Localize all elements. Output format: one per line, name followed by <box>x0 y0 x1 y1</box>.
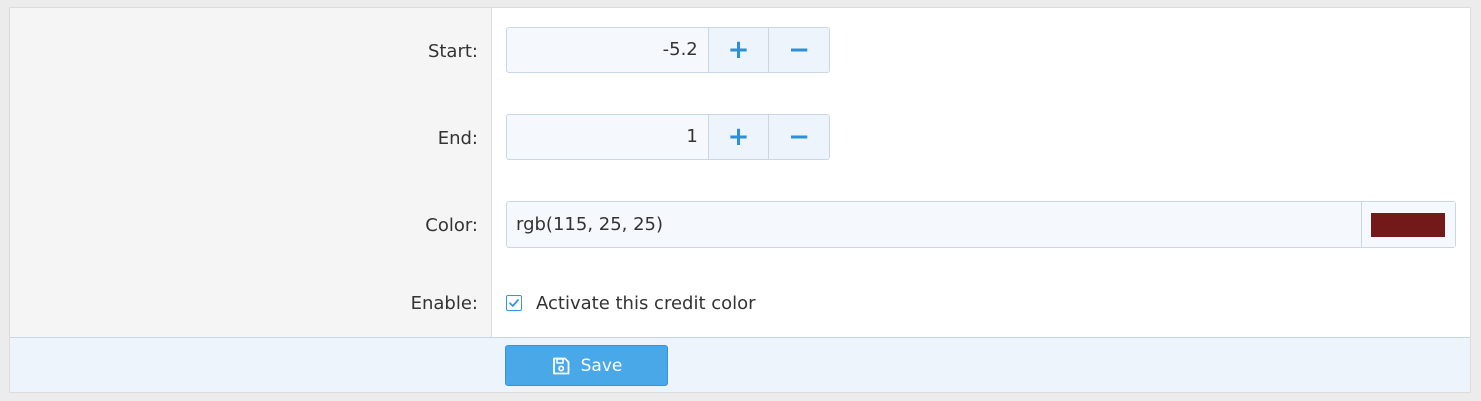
minus-icon: − <box>788 35 811 65</box>
label-column: Start: End: Color: Enable: <box>10 8 492 337</box>
minus-icon: − <box>788 122 811 152</box>
plus-icon: + <box>727 122 750 152</box>
start-decrement-button[interactable]: − <box>769 28 829 72</box>
enable-checkbox-label[interactable]: Activate this credit color <box>536 293 756 314</box>
plus-icon: + <box>727 35 750 65</box>
enable-label: Enable: <box>410 293 478 314</box>
end-stepper: 1 + − <box>506 114 830 160</box>
color-picker-button[interactable] <box>1361 202 1455 247</box>
color-swatch <box>1371 213 1445 237</box>
start-label: Start: <box>427 41 478 62</box>
start-stepper: -5.2 + − <box>506 27 830 73</box>
credit-color-form: Start: End: Color: Enable: -5.2 + − 1 + … <box>9 7 1471 393</box>
end-decrement-button[interactable]: − <box>769 115 829 159</box>
save-label: Save <box>580 355 623 376</box>
form-footer: Save <box>10 337 1470 392</box>
start-increment-button[interactable]: + <box>708 28 770 72</box>
checkmark-icon <box>509 299 519 307</box>
color-input[interactable]: rgb(115, 25, 25) <box>516 202 663 247</box>
save-button[interactable]: Save <box>505 345 668 386</box>
enable-row: Activate this credit color <box>506 291 756 315</box>
start-input[interactable]: -5.2 <box>507 28 709 72</box>
enable-checkbox[interactable] <box>506 295 522 311</box>
end-input[interactable]: 1 <box>507 115 709 159</box>
end-label: End: <box>437 128 478 149</box>
color-label: Color: <box>425 215 478 236</box>
color-field: rgb(115, 25, 25) <box>506 201 1456 248</box>
end-increment-button[interactable]: + <box>708 115 770 159</box>
floppy-disk-icon <box>551 356 571 376</box>
